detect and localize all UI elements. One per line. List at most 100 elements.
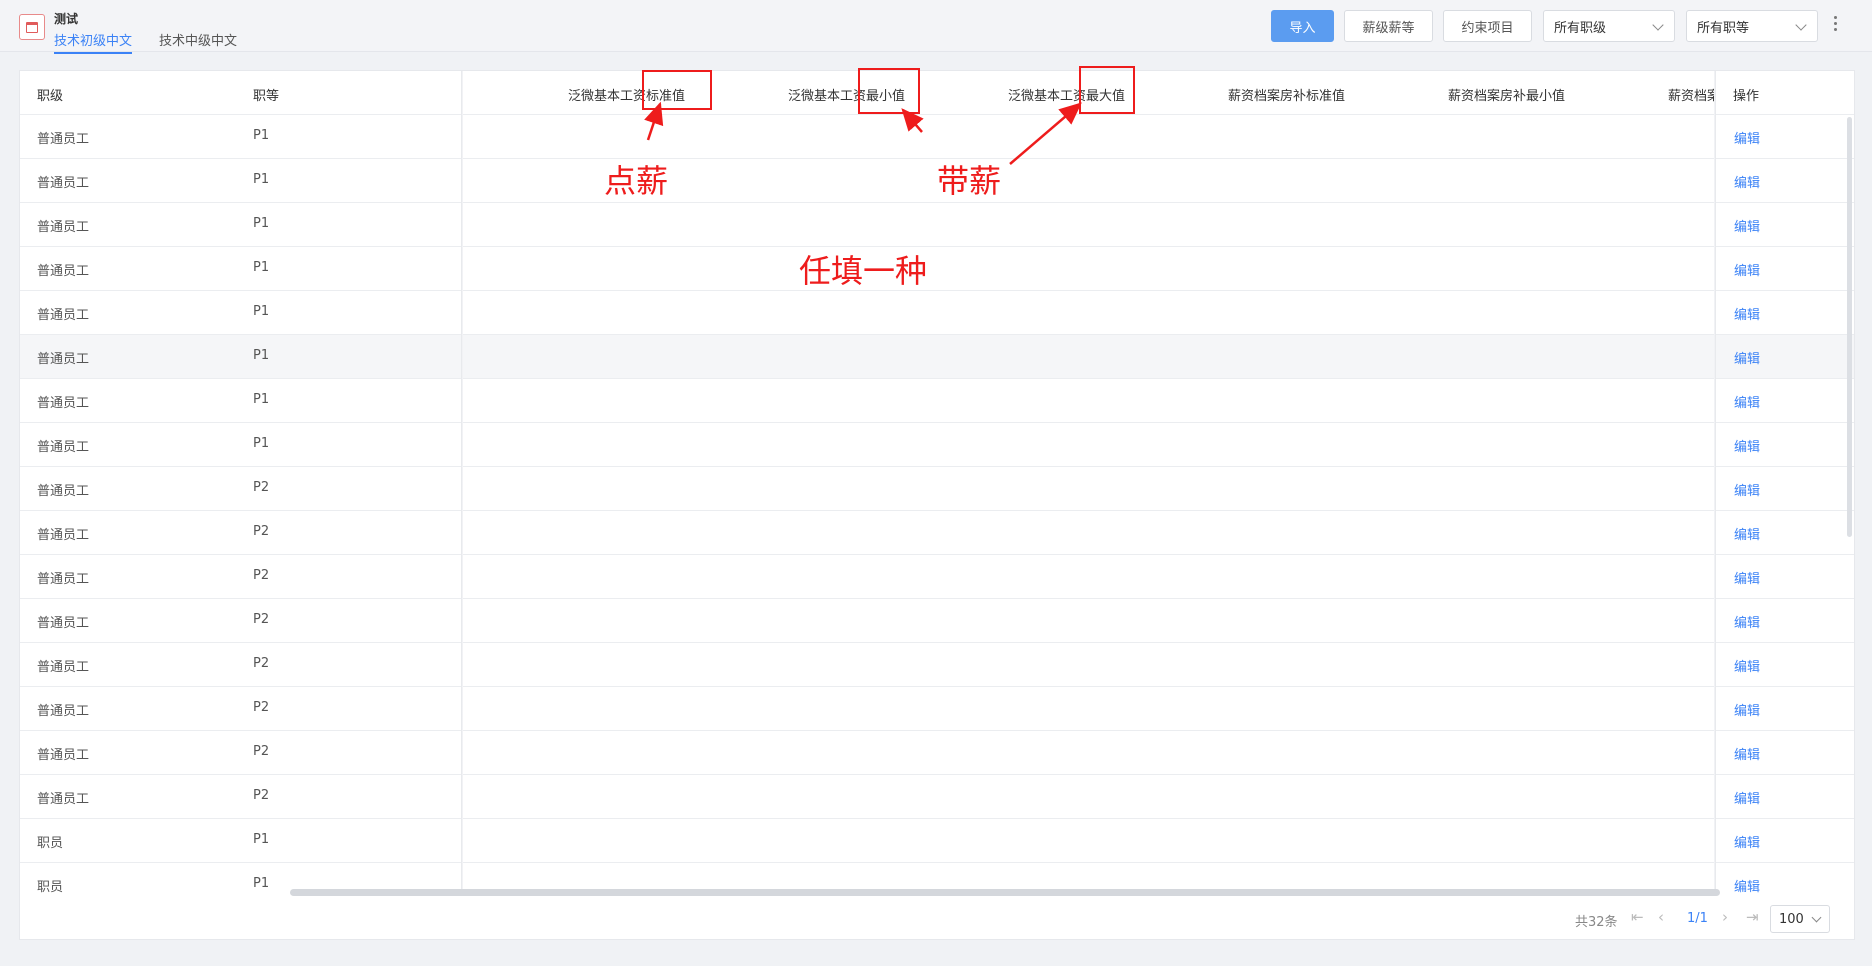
chevron-down-icon [1795, 19, 1807, 31]
annotation-fill-one: 任填一种 [799, 252, 928, 290]
table-row: 普通员工 P2 编辑 [20, 643, 1854, 687]
annotation-box-standard [642, 70, 712, 110]
chevron-down-icon [1652, 19, 1664, 31]
annotation-box-max [1079, 66, 1135, 114]
cell-rank: 普通员工 [37, 748, 90, 763]
horizontal-scrollbar[interactable] [290, 889, 1720, 896]
col-header-housing-min[interactable]: 薪资档案房补最小值 [1448, 85, 1565, 104]
table-row: 职员 P1 编辑 [20, 819, 1854, 863]
cell-grade: P1 [253, 436, 270, 451]
edit-link[interactable]: 编辑 [1734, 568, 1760, 587]
cell-grade: P2 [253, 700, 270, 715]
cell-grade: P2 [253, 480, 270, 495]
cell-grade: P1 [253, 832, 270, 847]
table-row: 普通员工 P1 编辑 [20, 335, 1854, 379]
cell-rank: 普通员工 [37, 704, 90, 719]
cell-grade: P2 [253, 612, 270, 627]
table-row: 普通员工 P2 编辑 [20, 731, 1854, 775]
grade-filter-value: 所有职等 [1697, 20, 1750, 36]
table-row: 普通员工 P1 编辑 [20, 247, 1854, 291]
edit-link[interactable]: 编辑 [1734, 304, 1760, 323]
edit-link[interactable]: 编辑 [1734, 392, 1760, 411]
annotation-box-min [858, 68, 920, 114]
table-row: 普通员工 P1 编辑 [20, 115, 1854, 159]
cell-rank: 普通员工 [37, 352, 90, 367]
cell-grade: P2 [253, 524, 270, 539]
cell-rank: 普通员工 [37, 264, 90, 279]
edit-link[interactable]: 编辑 [1734, 700, 1760, 719]
table-row: 普通员工 P2 编辑 [20, 555, 1854, 599]
first-page-icon[interactable]: ⇤ [1631, 910, 1644, 925]
cell-rank: 普通员工 [37, 220, 90, 235]
col-header-rank[interactable]: 职级 [37, 85, 63, 104]
annotation-point-salary: 点薪 [604, 162, 669, 200]
cell-rank: 普通员工 [37, 528, 90, 543]
edit-link[interactable]: 编辑 [1734, 524, 1760, 543]
cell-grade: P2 [253, 568, 270, 583]
rank-filter-select[interactable]: 所有职级 [1543, 10, 1675, 42]
table-header: 职级 职等 泛微基本工资标准值 泛微基本工资最小值 泛微基本工资最大值 薪资档案… [20, 71, 1854, 115]
cell-rank: 普通员工 [37, 440, 90, 455]
table-row: 普通员工 P1 编辑 [20, 423, 1854, 467]
top-header: 测试 技术初级中文 技术中级中文 导入 薪级薪等 约束项目 所有职级 所有职等 [0, 0, 1872, 54]
edit-link[interactable]: 编辑 [1734, 744, 1760, 763]
cell-grade: P2 [253, 656, 270, 671]
cell-grade: P1 [253, 304, 270, 319]
import-button[interactable]: 导入 [1271, 10, 1334, 42]
rank-filter-value: 所有职级 [1554, 20, 1607, 36]
tab-mid-tech[interactable]: 技术中级中文 [159, 30, 237, 49]
cell-grade: P1 [253, 216, 270, 231]
salary-grade-button[interactable]: 薪级薪等 [1344, 10, 1433, 42]
next-page-icon[interactable]: › [1722, 910, 1728, 925]
edit-link[interactable]: 编辑 [1734, 656, 1760, 675]
edit-link[interactable]: 编辑 [1734, 788, 1760, 807]
grade-filter-select[interactable]: 所有职等 [1686, 10, 1818, 42]
fixed-left-divider [461, 71, 463, 896]
table-row: 普通员工 P2 编辑 [20, 599, 1854, 643]
cell-grade: P2 [253, 744, 270, 759]
col-header-actions: 操作 [1733, 89, 1760, 104]
cell-rank: 普通员工 [37, 572, 90, 587]
annotation-band-salary: 带薪 [937, 162, 1002, 200]
edit-link[interactable]: 编辑 [1734, 260, 1760, 279]
edit-link[interactable]: 编辑 [1734, 612, 1760, 631]
last-page-icon[interactable]: ⇥ [1746, 910, 1759, 925]
table-row: 普通员工 P2 编辑 [20, 687, 1854, 731]
cell-grade: P1 [253, 876, 270, 891]
cell-rank: 普通员工 [37, 616, 90, 631]
table-row: 普通员工 P1 编辑 [20, 203, 1854, 247]
edit-link[interactable]: 编辑 [1734, 128, 1760, 147]
pagination-current-page: 1/1 [1687, 911, 1708, 926]
col-header-grade[interactable]: 职等 [253, 85, 279, 104]
col-header-housing-truncated[interactable]: 薪资档案 [1668, 85, 1714, 104]
prev-page-icon[interactable]: ‹ [1658, 910, 1664, 925]
edit-link[interactable]: 编辑 [1734, 348, 1760, 367]
edit-link[interactable]: 编辑 [1734, 436, 1760, 455]
edit-link[interactable]: 编辑 [1734, 480, 1760, 499]
table-row: 普通员工 P2 编辑 [20, 467, 1854, 511]
cell-rank: 职员 [37, 880, 64, 895]
constraint-button[interactable]: 约束项目 [1443, 10, 1532, 42]
edit-link[interactable]: 编辑 [1734, 876, 1760, 895]
edit-link[interactable]: 编辑 [1734, 216, 1760, 235]
cell-rank: 普通员工 [37, 396, 90, 411]
table-row: 普通员工 P1 编辑 [20, 291, 1854, 335]
vertical-scrollbar[interactable] [1847, 117, 1852, 537]
cell-rank: 普通员工 [37, 132, 90, 147]
cell-rank: 普通员工 [37, 308, 90, 323]
page-size-select[interactable]: 100 [1770, 905, 1830, 933]
page-title: 测试 [54, 12, 79, 26]
edit-link[interactable]: 编辑 [1734, 832, 1760, 851]
cell-rank: 普通员工 [37, 660, 90, 675]
cell-rank: 职员 [37, 836, 64, 851]
table-row: 普通员工 P1 编辑 [20, 379, 1854, 423]
cell-rank: 普通员工 [37, 792, 90, 807]
cell-grade: P1 [253, 128, 270, 143]
col-header-housing-standard[interactable]: 薪资档案房补标准值 [1228, 85, 1345, 104]
cell-grade: P1 [253, 348, 270, 363]
more-vertical-icon[interactable] [1834, 16, 1838, 31]
edit-link[interactable]: 编辑 [1734, 172, 1760, 191]
cell-rank: 普通员工 [37, 176, 90, 191]
cell-grade: P1 [253, 260, 270, 275]
tab-junior-tech[interactable]: 技术初级中文 [54, 30, 133, 54]
